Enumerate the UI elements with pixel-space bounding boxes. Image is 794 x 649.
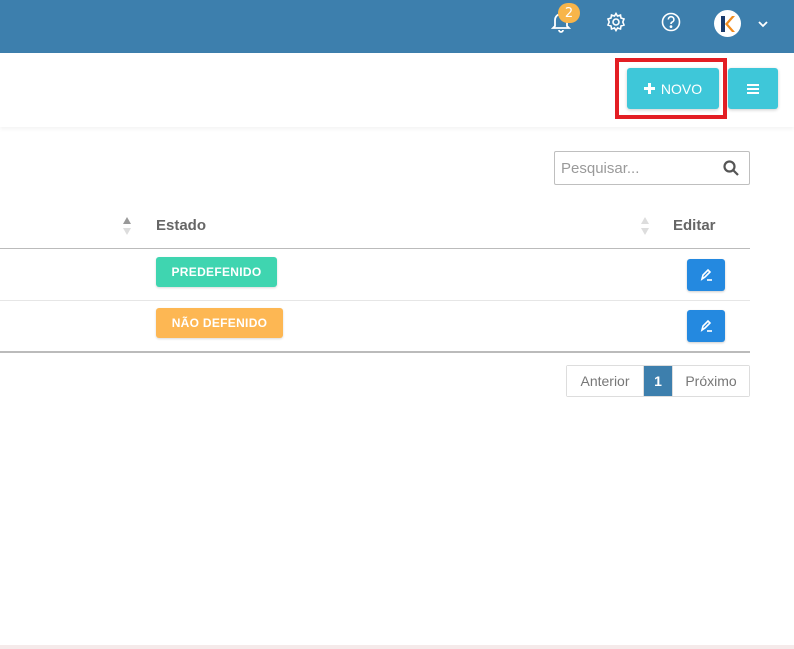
bottom-edge [0, 645, 794, 649]
table-header-divider [0, 248, 750, 249]
search-input[interactable] [555, 153, 715, 183]
column-header-estado[interactable]: Estado [156, 217, 206, 234]
table-footer-divider [0, 351, 750, 353]
status-badge: NÃO DEFENIDO [156, 308, 283, 338]
row-divider [0, 300, 750, 301]
pagination-page-1[interactable]: 1 [644, 366, 672, 396]
top-navbar: 2 [0, 0, 794, 53]
plus-icon [643, 83, 655, 94]
column-header-editar: Editar [673, 217, 716, 234]
pagination: Anterior 1 Próximo [566, 365, 750, 397]
new-button-label: NOVO [660, 80, 703, 97]
sort-icon[interactable] [640, 216, 650, 236]
chevron-down-icon[interactable] [756, 16, 770, 30]
sort-icon[interactable] [122, 216, 132, 236]
pagination-previous[interactable]: Anterior [567, 366, 644, 396]
pagination-next[interactable]: Próximo [672, 366, 749, 396]
hamburger-icon [747, 83, 759, 94]
search-box [554, 151, 750, 185]
edit-button[interactable] [687, 310, 725, 342]
new-button[interactable]: NOVO [627, 68, 719, 109]
notification-badge: 2 [558, 3, 580, 23]
edit-button[interactable] [687, 259, 725, 291]
gear-icon[interactable] [605, 11, 627, 33]
pencil-icon [700, 319, 712, 332]
avatar[interactable] [714, 10, 741, 37]
pencil-icon [700, 268, 712, 281]
status-badge: PREDEFENIDO [156, 257, 277, 287]
menu-button[interactable] [728, 68, 778, 109]
help-icon[interactable] [660, 11, 682, 33]
search-icon[interactable] [723, 160, 739, 176]
